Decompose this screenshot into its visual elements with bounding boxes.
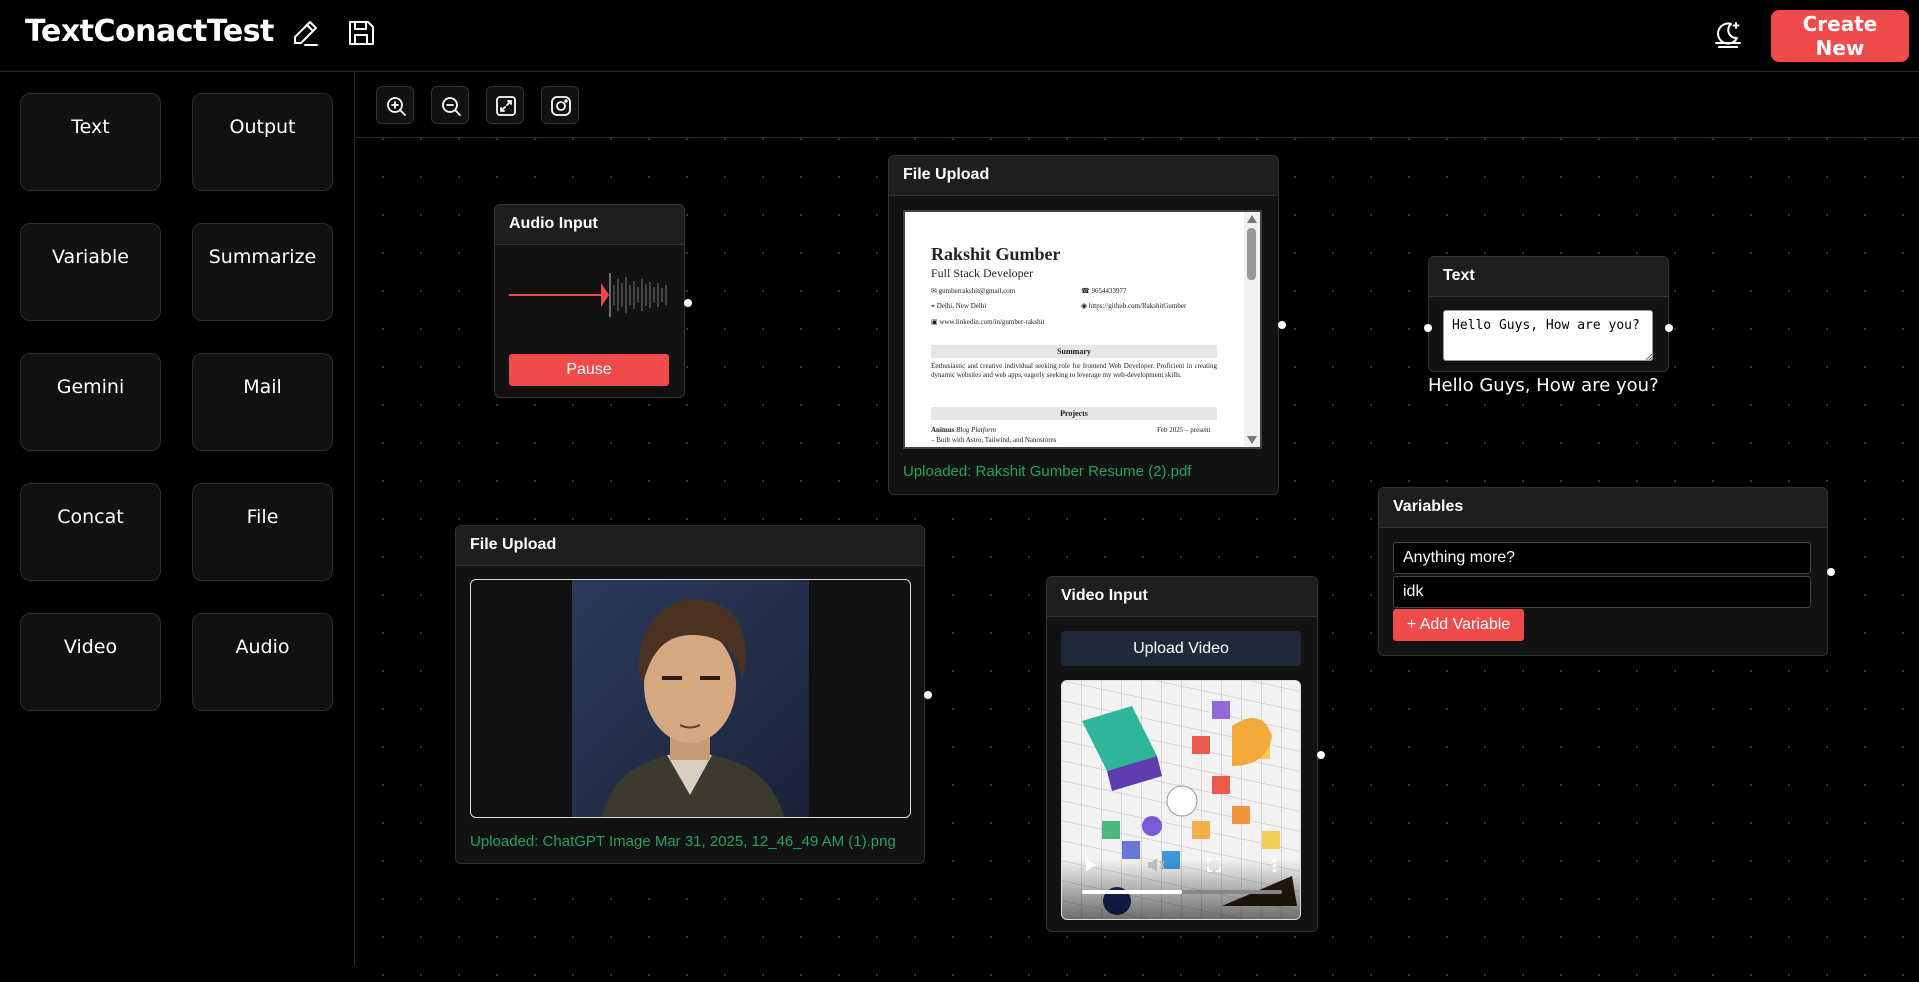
resume-github-text: https://github.com/RakshitGumber xyxy=(1088,302,1187,310)
canvas-toolbar xyxy=(356,72,1919,138)
pdf-preview[interactable]: Rakshit Gumber Full Stack Developer ✉ gu… xyxy=(903,210,1262,449)
node-title[interactable]: File Upload xyxy=(889,156,1278,196)
variables-node[interactable]: Variables + Add Variable xyxy=(1378,487,1835,656)
palette-item-output[interactable]: Output xyxy=(192,93,333,191)
output-handle[interactable] xyxy=(1317,751,1325,759)
resume-project-date: Feb 2025 – present xyxy=(1157,426,1211,434)
resume-name: Rakshit Gumber xyxy=(931,244,1061,264)
resume-summary: Enthusiastic and creative individual see… xyxy=(931,362,1217,379)
volume-icon[interactable] xyxy=(1147,857,1165,873)
resume-email-text: gumberrakshit@gmail.com xyxy=(938,287,1016,295)
video-input-node[interactable]: Video Input Upload Video • • • xyxy=(1046,576,1325,932)
output-handle[interactable] xyxy=(684,299,692,307)
image-preview[interactable] xyxy=(470,579,911,818)
audio-input-node[interactable]: Audio Input Pause xyxy=(494,204,692,398)
output-handle[interactable] xyxy=(924,691,932,699)
text-input[interactable]: Hello Guys, How are you? xyxy=(1443,310,1653,361)
more-options-icon[interactable]: • • • xyxy=(1272,853,1277,877)
resume-project-detail: – Built with Astro, Tailwind, and Nanost… xyxy=(931,436,1057,444)
upload-video-button[interactable]: Upload Video xyxy=(1061,631,1301,666)
node-title[interactable]: Audio Input xyxy=(495,205,684,245)
variable-input-2[interactable] xyxy=(1393,576,1811,608)
output-handle[interactable] xyxy=(1827,568,1835,576)
output-handle[interactable] xyxy=(1665,324,1673,332)
resume-project-type: Blog Platform xyxy=(956,426,996,434)
resume-project-name: Animus xyxy=(931,426,955,434)
video-controls xyxy=(1062,859,1300,919)
resume-location: ⌖ Delhi, New Delhi xyxy=(931,302,987,310)
pause-button[interactable]: Pause xyxy=(509,354,669,386)
portrait-image xyxy=(572,580,809,817)
pencil-icon[interactable] xyxy=(289,17,321,49)
scroll-up-icon[interactable] xyxy=(1247,215,1257,223)
palette-item-variable[interactable]: Variable xyxy=(20,223,161,321)
node-title[interactable]: Video Input xyxy=(1047,577,1317,617)
palette-item-video[interactable]: Video xyxy=(20,613,161,711)
resume-linkedin-text: www.linkedin.com/in/gumber-rakshit xyxy=(939,318,1045,326)
fit-view-icon[interactable] xyxy=(486,86,524,124)
file-upload-node-pdf[interactable]: File Upload Rakshit Gumber Full Stack De… xyxy=(888,155,1286,495)
app-header: TextConactTest Create New xyxy=(0,0,1919,72)
node-title[interactable]: File Upload xyxy=(456,526,924,566)
screenshot-icon[interactable] xyxy=(541,86,579,124)
zoom-out-icon[interactable] xyxy=(431,86,469,124)
node-title[interactable]: Text xyxy=(1429,257,1668,297)
play-icon[interactable] xyxy=(1086,859,1096,871)
zoom-in-icon[interactable] xyxy=(376,86,414,124)
resume-github: ◉ https://github.com/RakshitGumber xyxy=(1081,302,1187,310)
pdf-scrollbar[interactable] xyxy=(1244,212,1260,447)
floppy-disk-icon[interactable] xyxy=(345,17,377,49)
resume-project-title: Animus Blog Platform xyxy=(931,426,996,434)
resize-grip-icon[interactable] xyxy=(1646,354,1652,360)
variable-input-1[interactable] xyxy=(1393,542,1811,574)
palette-item-file[interactable]: File xyxy=(192,483,333,581)
palette-item-summarize[interactable]: Summarize xyxy=(192,223,333,321)
add-variable-button[interactable]: + Add Variable xyxy=(1393,609,1524,641)
file-upload-node-image[interactable]: File Upload Uploaded: ChatGPT Image Mar … xyxy=(455,525,932,864)
palette-item-audio[interactable]: Audio xyxy=(192,613,333,711)
input-handle[interactable] xyxy=(1424,324,1432,332)
audio-waveform xyxy=(509,273,667,317)
scroll-thumb[interactable] xyxy=(1247,228,1256,280)
resume-role: Full Stack Developer xyxy=(931,266,1033,280)
upload-status: Uploaded: ChatGPT Image Mar 31, 2025, 12… xyxy=(470,833,896,850)
resume-email: ✉ gumberrakshit@gmail.com xyxy=(931,287,1016,295)
resume-summary-heading: Summary xyxy=(931,345,1217,358)
resume-projects-heading: Projects xyxy=(931,407,1217,420)
scroll-down-icon[interactable] xyxy=(1247,436,1257,444)
palette-item-text[interactable]: Text xyxy=(20,93,161,191)
text-node[interactable]: Text Hello Guys, How are you? xyxy=(1424,256,1673,372)
fullscreen-icon[interactable] xyxy=(1207,858,1221,872)
text-output: Hello Guys, How are you? xyxy=(1428,375,1659,396)
palette-item-mail[interactable]: Mail xyxy=(192,353,333,451)
node-title[interactable]: Variables xyxy=(1379,488,1827,528)
app-title: TextConactTest xyxy=(25,14,274,49)
resume-linkedin: ▣ www.linkedin.com/in/gumber-rakshit xyxy=(931,318,1045,326)
resume-location-text: Delhi, New Delhi xyxy=(936,302,987,310)
upload-status: Uploaded: Rakshit Gumber Resume (2).pdf xyxy=(903,463,1192,480)
video-player[interactable]: • • • xyxy=(1061,680,1301,920)
resume-phone-text: 9654433977 xyxy=(1091,287,1127,295)
palette-item-gemini[interactable]: Gemini xyxy=(20,353,161,451)
moon-icon[interactable] xyxy=(1711,18,1743,50)
create-new-button[interactable]: Create New xyxy=(1771,10,1909,62)
output-handle[interactable] xyxy=(1278,321,1286,329)
video-progress-track[interactable] xyxy=(1082,890,1282,894)
node-palette: Text Output Variable Summarize Gemini Ma… xyxy=(0,72,355,966)
video-progress-fill xyxy=(1082,890,1182,894)
resume-phone: ☎ 9654433977 xyxy=(1081,287,1127,295)
palette-item-concat[interactable]: Concat xyxy=(20,483,161,581)
